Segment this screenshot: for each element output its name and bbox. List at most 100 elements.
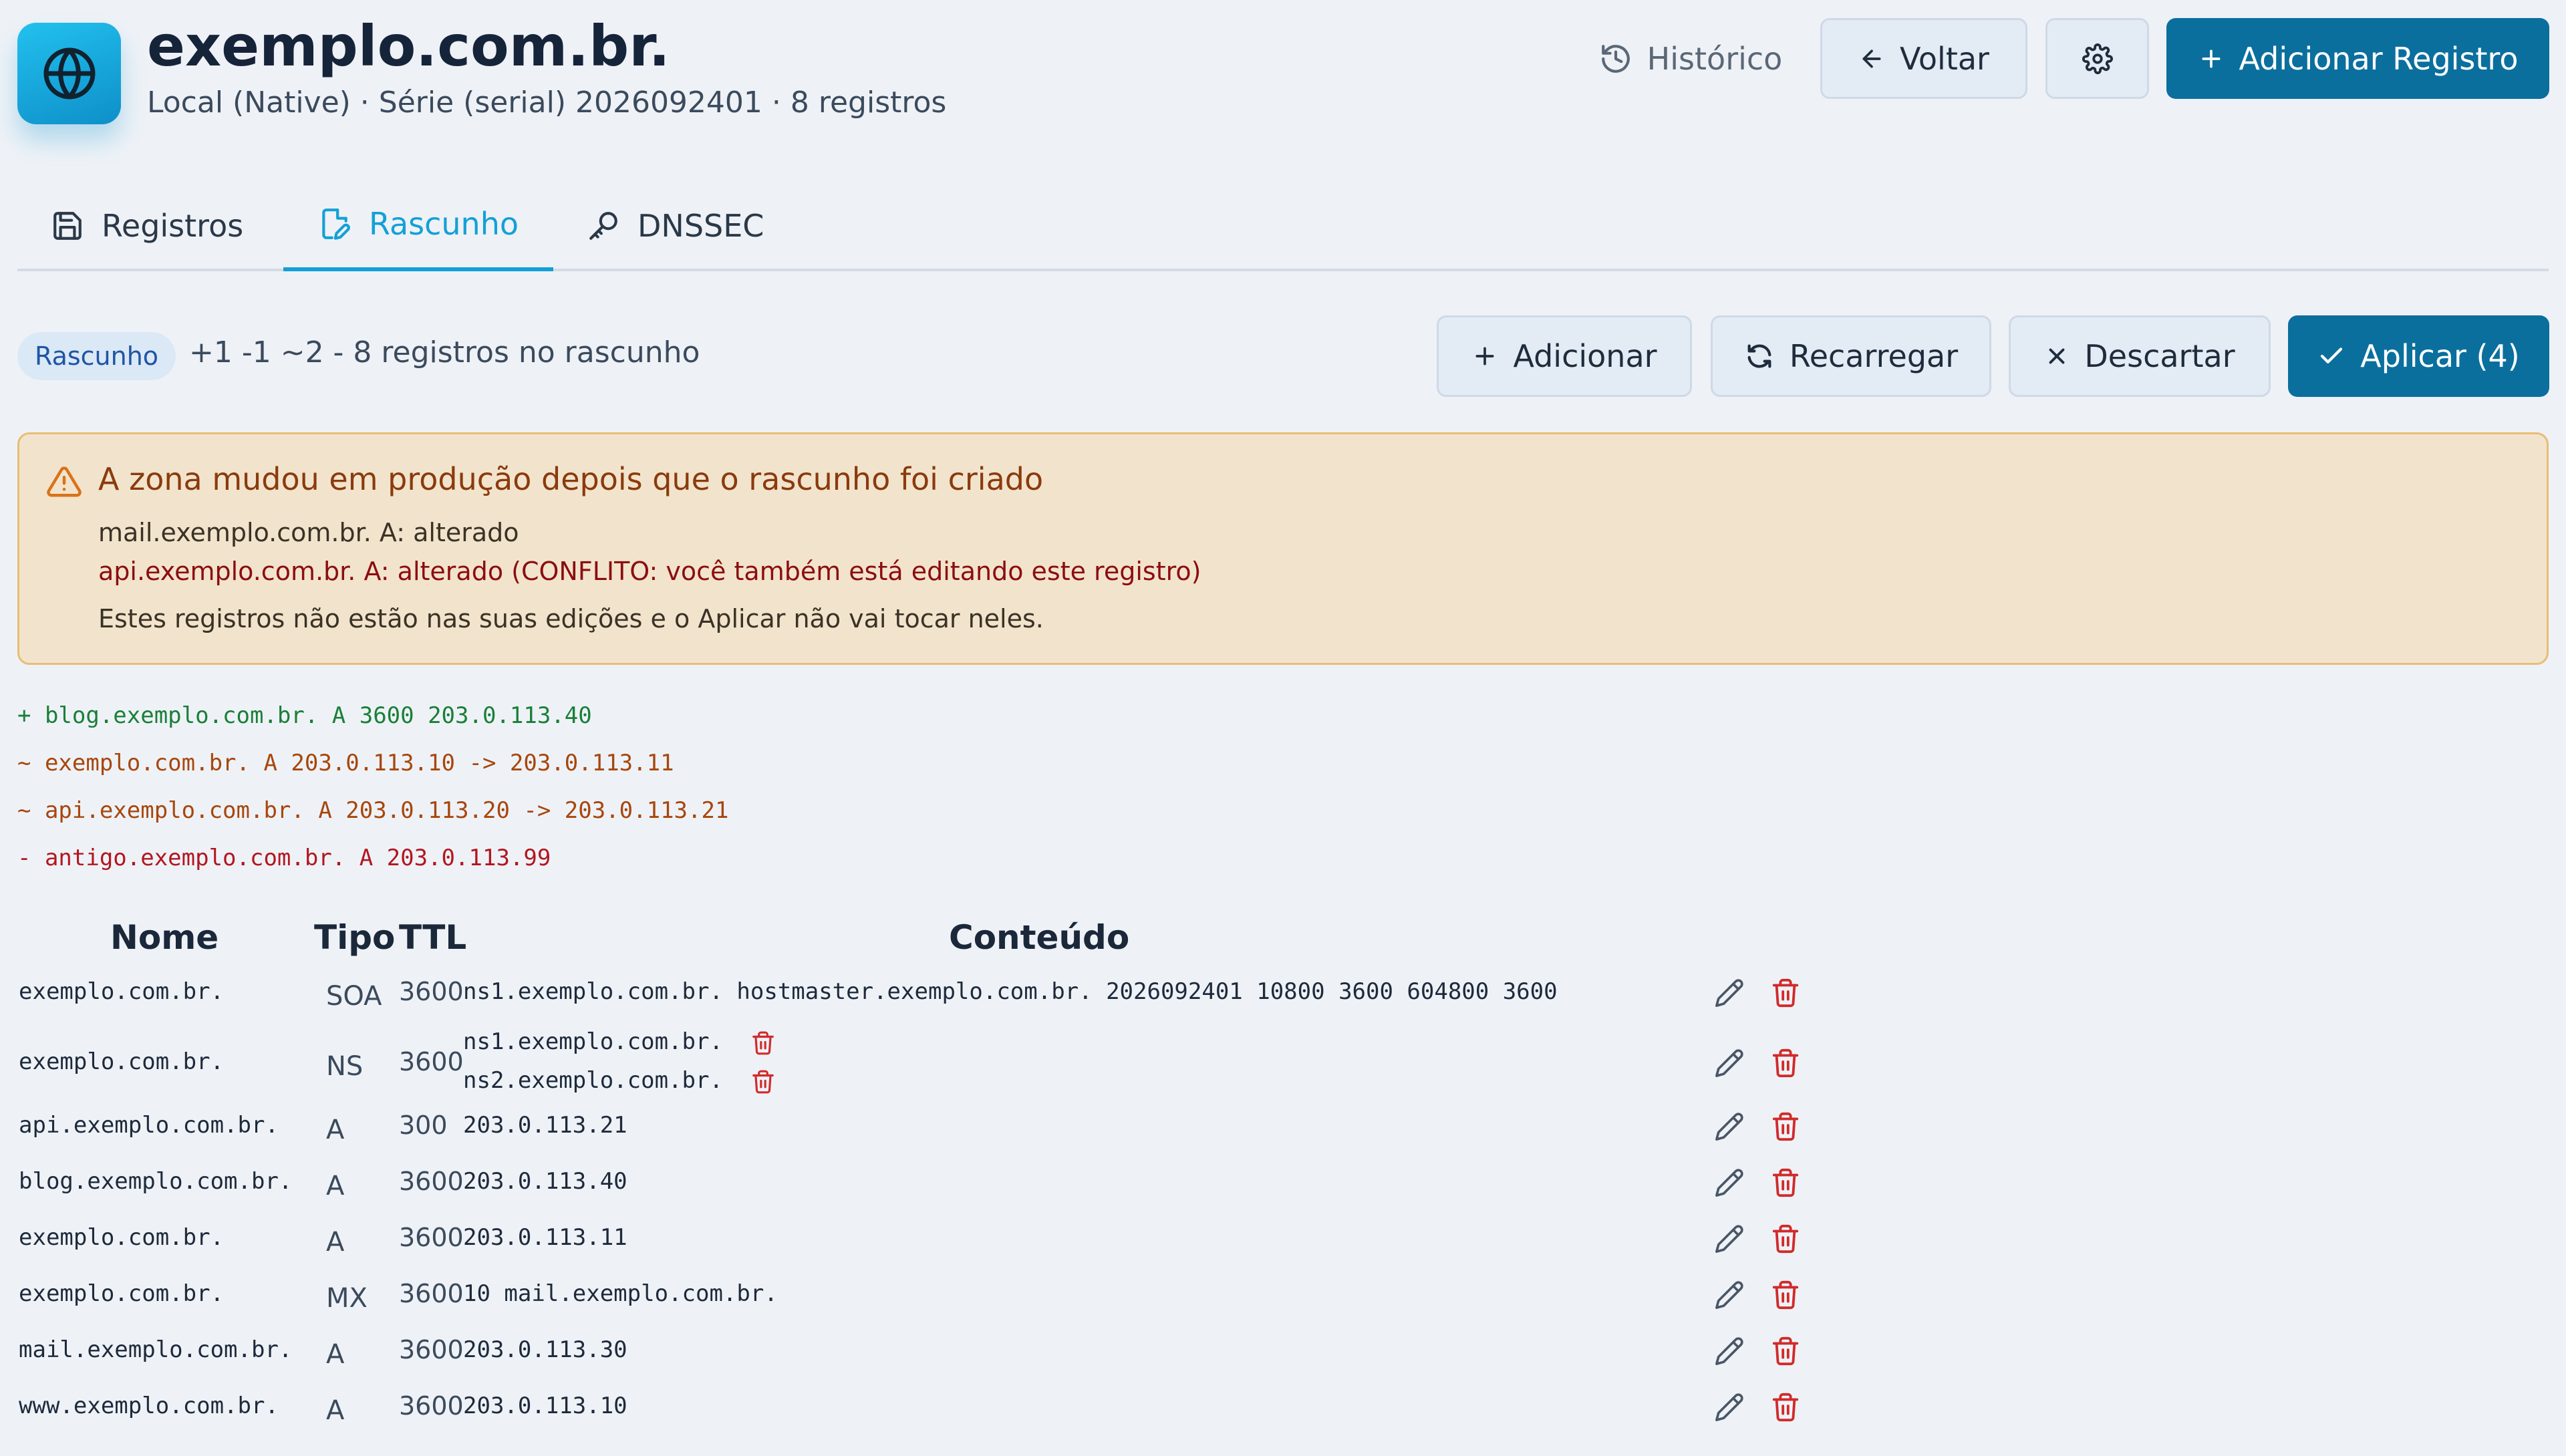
edit-record-button[interactable] bbox=[1709, 1163, 1749, 1203]
warning-line-changed: mail.exemplo.com.br. A: alterado bbox=[98, 518, 519, 547]
trash-icon bbox=[752, 1070, 774, 1094]
plus-icon bbox=[1475, 347, 1494, 366]
delete-value-button[interactable] bbox=[747, 1027, 779, 1059]
globe-icon bbox=[17, 23, 121, 124]
back-button[interactable]: Voltar bbox=[1820, 18, 2027, 99]
record-name: exemplo.com.br. bbox=[19, 1280, 225, 1307]
refresh-icon bbox=[1747, 344, 1771, 368]
trash-icon bbox=[1772, 1224, 1799, 1254]
record-type: SOA bbox=[326, 981, 382, 1012]
draft-summary: +1 -1 ~2 - 8 registros no rascunho bbox=[189, 335, 700, 370]
tab-registros-label: Registros bbox=[102, 208, 244, 244]
close-icon bbox=[2049, 348, 2065, 364]
pencil-icon bbox=[1715, 1225, 1743, 1253]
record-ttl: 3600 bbox=[399, 977, 464, 1006]
record-content: ns2.exemplo.com.br. bbox=[463, 1067, 723, 1094]
key-icon bbox=[589, 212, 617, 240]
delete-record-button[interactable] bbox=[1765, 1043, 1806, 1083]
history-label: Histórico bbox=[1647, 40, 1783, 77]
add-label: Adicionar bbox=[1513, 338, 1657, 374]
add-record-label: Adicionar Registro bbox=[2239, 40, 2519, 77]
delete-record-button[interactable] bbox=[1765, 1387, 1806, 1427]
warning-line-conflict: api.exemplo.com.br. A: alterado (CONFLIT… bbox=[98, 557, 1201, 586]
app-root: exemplo.com.br. Local (Native) · Série (… bbox=[0, 0, 2566, 1456]
col-header-nome: Nome bbox=[110, 918, 219, 957]
record-ttl: 3600 bbox=[399, 1279, 464, 1308]
pencil-icon bbox=[1715, 1337, 1743, 1365]
edit-record-button[interactable] bbox=[1709, 973, 1749, 1013]
edit-record-button[interactable] bbox=[1709, 1043, 1749, 1083]
tab-dnssec[interactable]: DNSSEC bbox=[587, 180, 764, 271]
record-ttl: 3600 bbox=[399, 1391, 464, 1421]
record-content: 203.0.113.30 bbox=[463, 1336, 627, 1363]
delete-value-button[interactable] bbox=[747, 1066, 779, 1098]
draft-badge: Rascunho bbox=[17, 332, 176, 380]
record-name: mail.exemplo.com.br. bbox=[19, 1336, 293, 1363]
back-label: Voltar bbox=[1900, 40, 1989, 77]
tab-rascunho-label: Rascunho bbox=[369, 206, 519, 242]
record-content: ns1.exemplo.com.br. bbox=[463, 1028, 723, 1055]
record-type: MX bbox=[326, 1283, 368, 1314]
trash-icon bbox=[1772, 1112, 1799, 1141]
record-content: 10 mail.exemplo.com.br. bbox=[463, 1280, 778, 1307]
check-icon bbox=[2321, 347, 2343, 363]
trash-icon bbox=[1772, 1393, 1799, 1422]
edit-record-button[interactable] bbox=[1709, 1219, 1749, 1259]
warning-icon bbox=[47, 466, 82, 497]
trash-icon bbox=[752, 1031, 774, 1055]
pencil-icon bbox=[1715, 1049, 1743, 1077]
tab-registros[interactable]: Registros bbox=[51, 180, 243, 271]
record-ttl: 3600 bbox=[399, 1335, 464, 1364]
record-type: A bbox=[326, 1395, 345, 1426]
delete-record-button[interactable] bbox=[1765, 1163, 1806, 1203]
edit-record-button[interactable] bbox=[1709, 1107, 1749, 1147]
edit-record-button[interactable] bbox=[1709, 1275, 1749, 1315]
record-ttl: 300 bbox=[399, 1111, 448, 1140]
delete-record-button[interactable] bbox=[1765, 1331, 1806, 1371]
arrow-left-icon bbox=[1862, 49, 1881, 67]
page-title: exemplo.com.br. bbox=[147, 13, 670, 79]
diff-line-mod: ~ exemplo.com.br. A 203.0.113.10 -> 203.… bbox=[17, 750, 674, 776]
tab-rascunho[interactable]: Rascunho bbox=[283, 180, 554, 271]
record-name: api.exemplo.com.br. bbox=[19, 1112, 279, 1139]
reload-label: Recarregar bbox=[1789, 338, 1959, 374]
delete-record-button[interactable] bbox=[1765, 1107, 1806, 1147]
record-name: exemplo.com.br. bbox=[19, 978, 225, 1005]
record-ttl: 3600 bbox=[399, 1167, 464, 1196]
delete-record-button[interactable] bbox=[1765, 1275, 1806, 1315]
record-type: A bbox=[326, 1115, 345, 1145]
history-button[interactable]: Histórico bbox=[1597, 18, 1784, 99]
reload-button[interactable]: Recarregar bbox=[1711, 315, 1991, 397]
tab-bar: Registros Rascunho DNSSEC bbox=[17, 180, 2549, 271]
pencil-icon bbox=[1715, 1281, 1743, 1309]
record-content: 203.0.113.10 bbox=[463, 1393, 627, 1419]
pencil-icon bbox=[1715, 1393, 1743, 1421]
settings-button[interactable] bbox=[2045, 18, 2149, 99]
diff-line-mod: ~ api.exemplo.com.br. A 203.0.113.20 -> … bbox=[17, 797, 729, 824]
record-content: ns1.exemplo.com.br. hostmaster.exemplo.c… bbox=[463, 978, 1558, 1005]
plus-icon bbox=[2202, 49, 2221, 67]
record-content: 203.0.113.21 bbox=[463, 1112, 627, 1139]
pencil-icon bbox=[1715, 1169, 1743, 1197]
delete-record-button[interactable] bbox=[1765, 973, 1806, 1013]
record-ttl: 3600 bbox=[399, 1047, 464, 1076]
trash-icon bbox=[1772, 1048, 1799, 1078]
record-name: blog.exemplo.com.br. bbox=[19, 1168, 293, 1195]
add-record-button[interactable]: Adicionar Registro bbox=[2166, 18, 2549, 99]
diff-line-delete: - antigo.exemplo.com.br. A 203.0.113.99 bbox=[17, 845, 551, 871]
col-header-tipo: Tipo bbox=[314, 918, 396, 957]
apply-button[interactable]: Aplicar (4) bbox=[2288, 315, 2549, 397]
col-header-conteudo: Conteúdo bbox=[949, 918, 1130, 957]
record-name: www.exemplo.com.br. bbox=[19, 1393, 279, 1419]
file-edit-icon bbox=[322, 208, 350, 240]
record-type: A bbox=[326, 1171, 345, 1201]
discard-button[interactable]: Descartar bbox=[2009, 315, 2271, 397]
edit-record-button[interactable] bbox=[1709, 1387, 1749, 1427]
edit-record-button[interactable] bbox=[1709, 1331, 1749, 1371]
trash-icon bbox=[1772, 978, 1799, 1008]
diff-line-add: + blog.exemplo.com.br. A 3600 203.0.113.… bbox=[17, 702, 592, 729]
add-button[interactable]: Adicionar bbox=[1437, 315, 1692, 397]
warning-title: A zona mudou em produção depois que o ra… bbox=[98, 461, 1044, 497]
delete-record-button[interactable] bbox=[1765, 1219, 1806, 1259]
record-name: exemplo.com.br. bbox=[19, 1224, 225, 1251]
